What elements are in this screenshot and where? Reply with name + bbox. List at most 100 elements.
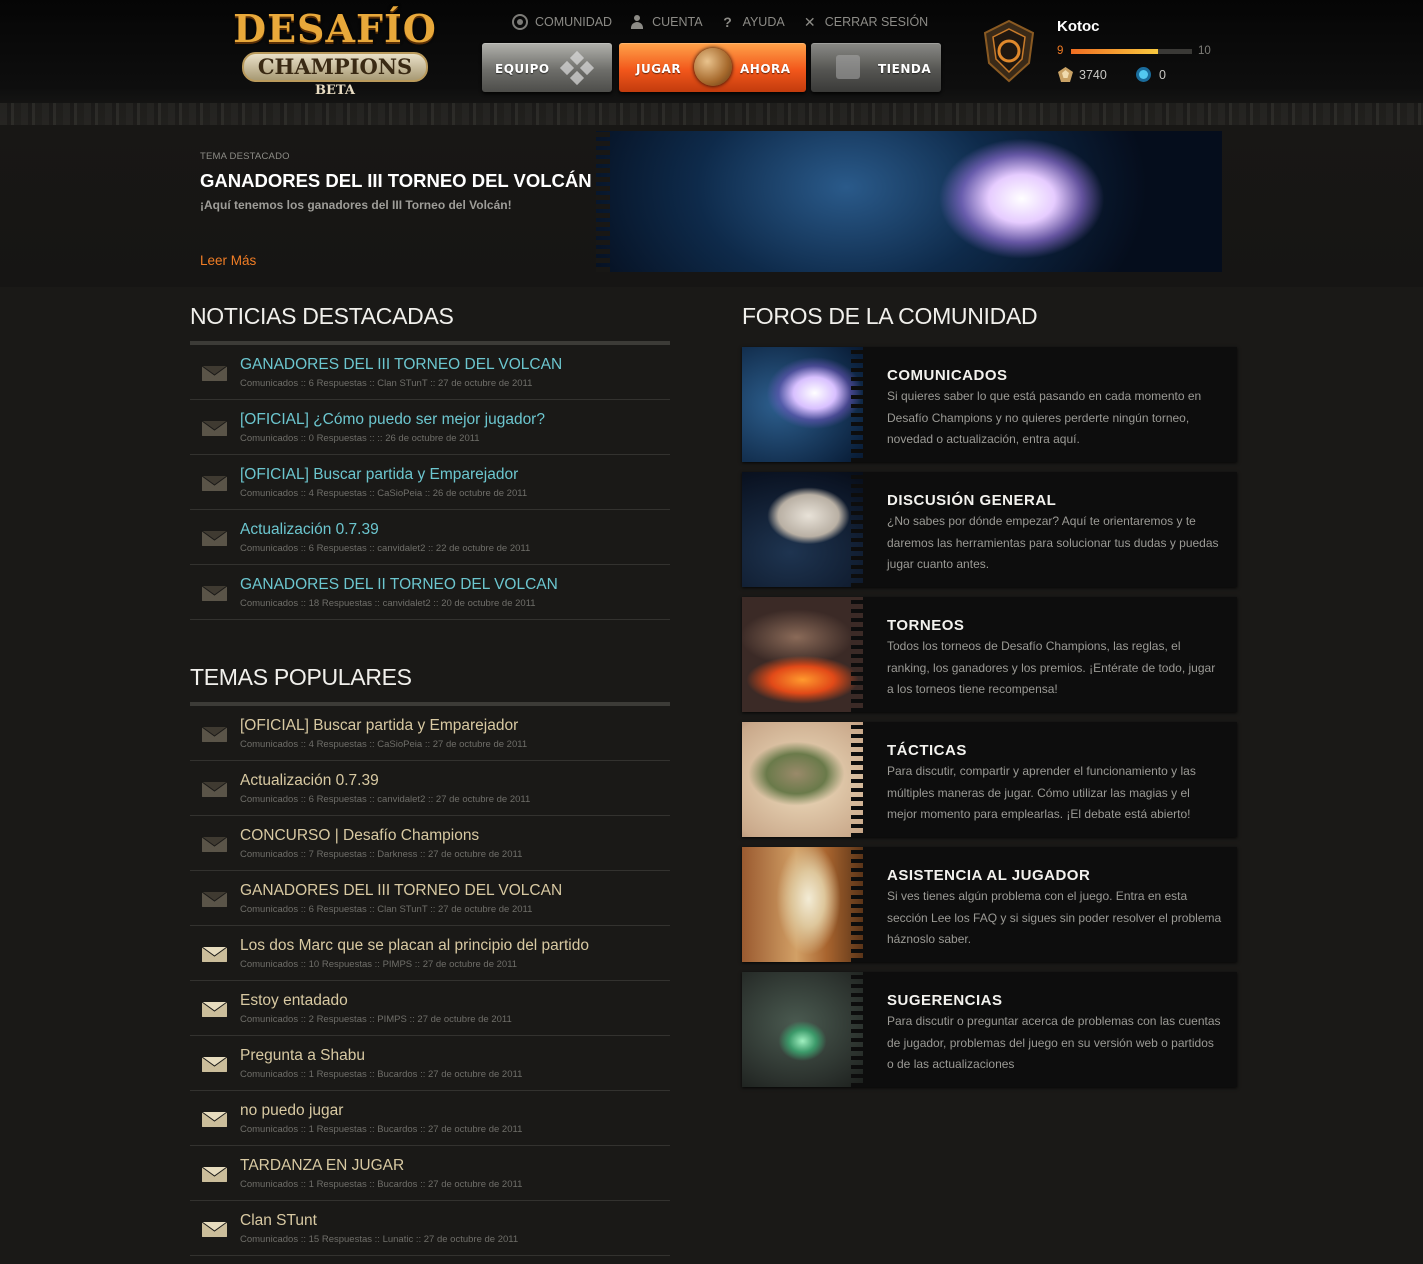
player-level: 9 xyxy=(1057,45,1064,57)
topic-row[interactable]: [OFICIAL] ¿Cómo puedo ser mejor jugador?… xyxy=(190,400,670,455)
forum-description: ¿No sabes por dónde empezar? Aquí te ori… xyxy=(887,514,1219,571)
forum-description: Para discutir, compartir y aprender el f… xyxy=(887,764,1196,821)
topic-title[interactable]: [OFICIAL] Buscar partida y Emparejador xyxy=(240,466,518,484)
topic-meta: Comunicados :: 6 Respuestas :: canvidale… xyxy=(240,794,531,805)
envelope-unread-icon xyxy=(201,1055,228,1073)
forum-card[interactable]: SUGERENCIAS Para discutir o preguntar ace… xyxy=(742,972,1237,1087)
envelope-unread-icon xyxy=(201,1165,228,1183)
gem-icon xyxy=(1136,67,1151,82)
forum-thumbnail[interactable] xyxy=(742,472,863,587)
topic-title[interactable]: no puedo jugar xyxy=(240,1102,343,1120)
topic-title[interactable]: Actualización 0.7.39 xyxy=(240,521,379,539)
level-progress-bar xyxy=(1071,49,1192,54)
envelope-unread-icon xyxy=(201,1000,228,1018)
topic-meta: Comunicados :: 2 Respuestas :: PIMPS :: … xyxy=(240,1014,512,1025)
topic-row[interactable]: TARDANZA EN JUGAR Comunicados :: 1 Respue… xyxy=(190,1146,670,1201)
level-emblem-icon[interactable] xyxy=(983,19,1035,83)
envelope-unread-icon xyxy=(201,1220,228,1238)
topic-row[interactable]: Los dos Marc que se placan al principio … xyxy=(190,926,670,981)
featured-image[interactable] xyxy=(596,131,1222,272)
topic-title[interactable]: Los dos Marc que se placan al principio … xyxy=(240,937,589,955)
topic-meta: Comunicados :: 4 Respuestas :: CaSioPeia… xyxy=(240,739,528,750)
next-level: 10 xyxy=(1198,45,1211,57)
topic-title[interactable]: Actualización 0.7.39 xyxy=(240,772,379,790)
tienda-button[interactable]: TIENDA xyxy=(811,43,941,92)
topic-title[interactable]: Clan STunt xyxy=(240,1212,317,1230)
nav-cerrar-sesion-label: CERRAR SESIÓN xyxy=(824,15,929,29)
logo-subtitle: CHAMPIONS xyxy=(242,52,428,82)
topic-row[interactable]: GANADORES DEL II TORNEO DEL VOLCAN Comuni… xyxy=(190,565,670,620)
forum-title[interactable]: TORNEOS xyxy=(887,617,964,634)
topic-title[interactable]: CONCURSO | Desafío Champions xyxy=(240,827,479,845)
envelope-unread-icon xyxy=(201,1110,228,1128)
nav-comunidad-label: COMUNIDAD xyxy=(535,15,613,29)
forum-description: Si quieres saber lo que está pasando en … xyxy=(887,389,1202,446)
nav-cerrar-sesion[interactable]: ✕ CERRAR SESIÓN xyxy=(801,12,929,32)
forum-title[interactable]: TÁCTICAS xyxy=(887,742,967,759)
equipo-button[interactable]: EQUIPO xyxy=(482,43,612,92)
topic-row[interactable]: no puedo jugar Comunicados :: 1 Respuesta… xyxy=(190,1091,670,1146)
topic-title[interactable]: GANADORES DEL II TORNEO DEL VOLCAN xyxy=(240,576,558,594)
topic-row[interactable]: Actualización 0.7.39 Comunicados :: 6 Res… xyxy=(190,510,670,565)
topic-row[interactable]: GANADORES DEL III TORNEO DEL VOLCAN Comun… xyxy=(190,345,670,400)
jugar-ahora-button[interactable]: JUGAR AHORA xyxy=(619,43,806,92)
topic-title[interactable]: GANADORES DEL III TORNEO DEL VOLCAN xyxy=(240,882,562,900)
topic-title[interactable]: Estoy entadado xyxy=(240,992,348,1010)
topic-title[interactable]: [OFICIAL] Buscar partida y Emparejador xyxy=(240,717,518,735)
forums-section-title: FOROS DE LA COMUNIDAD xyxy=(742,303,1038,329)
read-more-link[interactable]: Leer Más xyxy=(200,253,256,268)
ball-icon xyxy=(694,48,732,86)
topic-row[interactable]: [OFICIAL] Buscar partida y Emparejador Co… xyxy=(190,455,670,510)
envelope-read-icon xyxy=(201,890,228,908)
forum-card[interactable]: TORNEOS Todos los torneos de Desafío Cham… xyxy=(742,597,1237,712)
topic-meta: Comunicados :: 15 Respuestas :: Lunatic … xyxy=(240,1234,519,1245)
topic-row[interactable]: GANADORES DEL III TORNEO DEL VOLCAN Comun… xyxy=(190,871,670,926)
gold-icon xyxy=(1058,67,1073,82)
nav-ayuda[interactable]: ? AYUDA xyxy=(719,12,784,32)
topic-title[interactable]: TARDANZA EN JUGAR xyxy=(240,1157,404,1175)
topic-meta: Comunicados :: 4 Respuestas :: CaSioPeia… xyxy=(240,488,528,499)
topic-title[interactable]: GANADORES DEL III TORNEO DEL VOLCAN xyxy=(240,356,562,374)
envelope-read-icon xyxy=(201,364,228,382)
forum-thumbnail[interactable] xyxy=(742,347,863,462)
topic-row[interactable]: [OFICIAL] Buscar partida y Emparejador Co… xyxy=(190,706,670,761)
forum-card[interactable]: DISCUSIÓN GENERAL ¿No sabes por dónde emp… xyxy=(742,472,1237,587)
popular-section-title: TEMAS POPULARES xyxy=(190,664,412,690)
topic-row[interactable]: Actualización 0.7.39Comunicados :: 6 Res… xyxy=(190,761,670,816)
forum-title[interactable]: SUGERENCIAS xyxy=(887,992,1003,1009)
forum-card[interactable]: COMUNICADOS Si quieres saber lo que está … xyxy=(742,347,1237,462)
envelope-read-icon xyxy=(201,529,228,547)
nav-cuenta[interactable]: CUENTA xyxy=(628,12,703,32)
topic-row[interactable]: Clan STuntComunicados :: 15 Respuestas :… xyxy=(190,1201,670,1256)
player-name[interactable]: Kotoc xyxy=(1057,18,1100,35)
topic-meta: Comunicados :: 18 Respuestas :: canvidal… xyxy=(240,598,536,609)
gamepad-icon xyxy=(559,50,595,86)
forum-thumbnail[interactable] xyxy=(742,972,863,1087)
site-logo[interactable]: DESAFÍO CHAMPIONS BETA xyxy=(230,6,440,98)
topic-title[interactable]: [OFICIAL] ¿Cómo puedo ser mejor jugador? xyxy=(240,411,545,429)
topic-row[interactable]: Estoy entadadoComunicados :: 2 Respuesta… xyxy=(190,981,670,1036)
envelope-read-icon xyxy=(201,584,228,602)
topic-row[interactable]: Pregunta a Shabu Comunicados :: 1 Respues… xyxy=(190,1036,670,1091)
site-header: DESAFÍO CHAMPIONS BETA COMUNIDAD CUENTA … xyxy=(0,0,1423,125)
envelope-read-icon xyxy=(201,474,228,492)
jugar-label: JUGAR xyxy=(636,62,682,76)
ahora-label: AHORA xyxy=(740,62,791,76)
forum-title[interactable]: ASISTENCIA AL JUGADOR xyxy=(887,867,1090,884)
forum-description: Para discutir o preguntar acerca de prob… xyxy=(887,1014,1221,1071)
forum-thumbnail[interactable] xyxy=(742,597,863,712)
topic-title[interactable]: Pregunta a Shabu xyxy=(240,1047,365,1065)
forum-thumbnail[interactable] xyxy=(742,847,863,962)
forum-title[interactable]: COMUNICADOS xyxy=(887,367,1008,384)
forum-thumbnail[interactable] xyxy=(742,722,863,837)
forum-card[interactable]: TÁCTICAS Para discutir, compartir y apren… xyxy=(742,722,1237,837)
featured-title[interactable]: GANADORES DEL III TORNEO DEL VOLCÁN xyxy=(200,170,592,192)
topic-row[interactable]: CONCURSO | Desafío Champions Comunicados … xyxy=(190,816,670,871)
forum-title[interactable]: DISCUSIÓN GENERAL xyxy=(887,492,1056,509)
nav-comunidad[interactable]: COMUNIDAD xyxy=(511,12,612,32)
envelope-read-icon xyxy=(201,780,228,798)
forum-card[interactable]: ASISTENCIA AL JUGADOR Si ves tienes algún… xyxy=(742,847,1237,962)
topic-meta: Comunicados :: 6 Respuestas :: Clan STun… xyxy=(240,378,533,389)
equipo-button-label: EQUIPO xyxy=(495,62,550,76)
topic-meta: Comunicados :: 6 Respuestas :: Clan STun… xyxy=(240,904,533,915)
